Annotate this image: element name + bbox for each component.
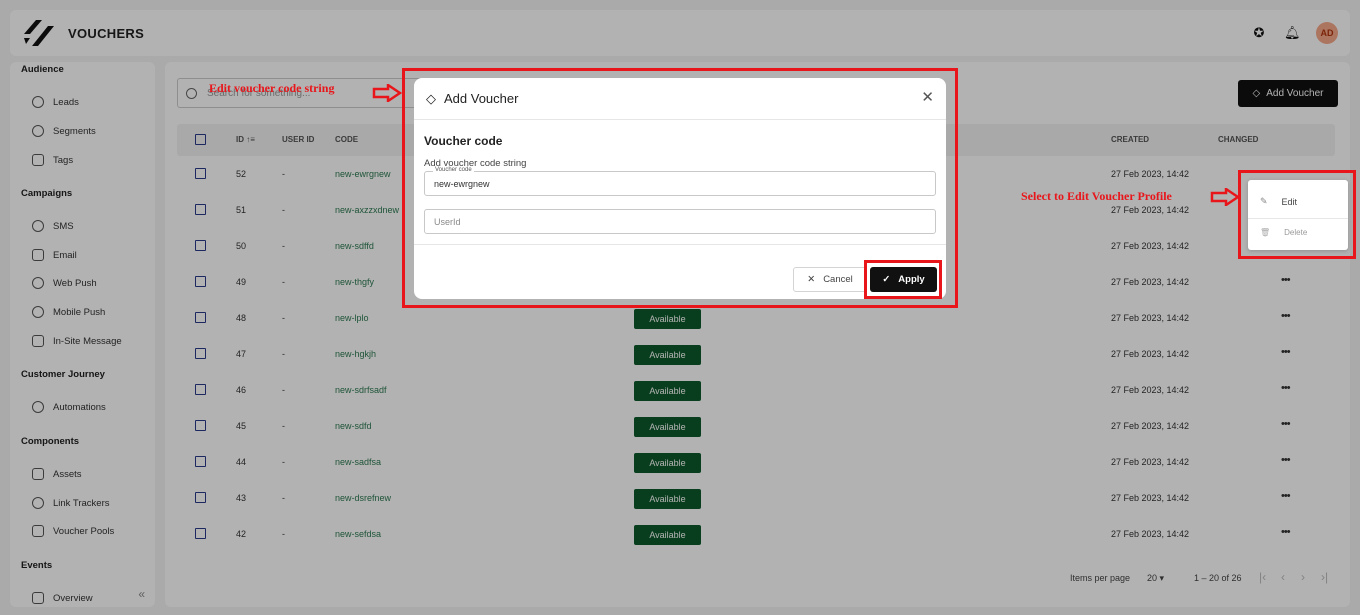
- annotation-arrow-icon: [1210, 188, 1240, 206]
- annotation-edit-code: Edit voucher code string: [209, 81, 335, 95]
- annotation-box-apply: [864, 260, 942, 299]
- annotation-box-menu: [1238, 170, 1356, 259]
- annotation-edit-profile: Select to Edit Voucher Profile: [1021, 189, 1172, 203]
- annotation-arrow-icon: [372, 84, 402, 102]
